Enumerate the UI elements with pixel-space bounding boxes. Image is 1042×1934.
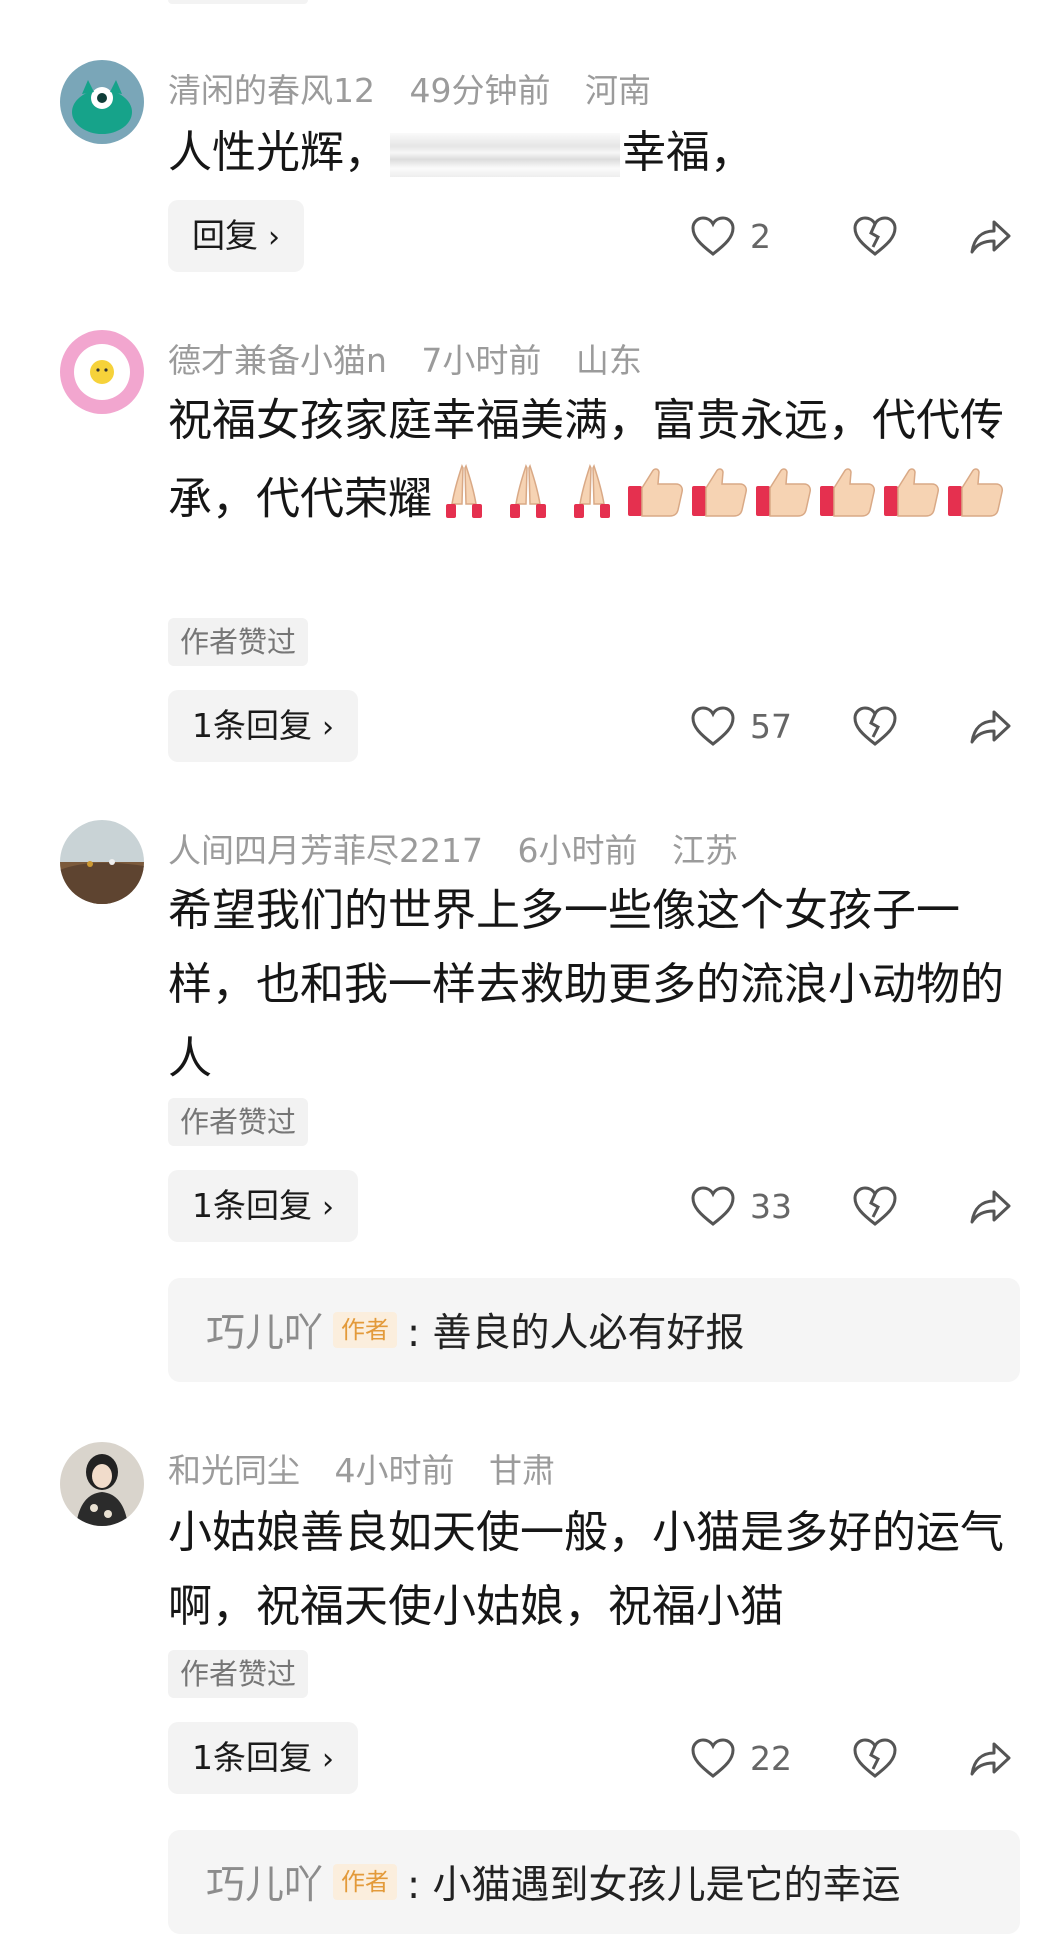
avatar[interactable] [60,820,144,904]
like-count: 2 [750,216,771,256]
author-liked-badge: 作者赞过 [168,1098,309,1146]
heart-icon [690,215,736,257]
comment-actions: 2 [690,200,1012,272]
like-count: 22 [750,1738,792,1778]
avatar[interactable] [60,330,144,414]
timestamp: 7小时前 [421,341,542,380]
view-replies-button[interactable]: 1条回复 › [168,690,358,762]
praying-hands-emoji-icon [560,458,624,545]
share-icon[interactable] [968,1186,1012,1226]
like-count: 57 [750,706,792,746]
location: 甘肃 [489,1451,555,1490]
comment-text: 祝福女孩家庭幸福美满，富贵永远，代代传承，代代荣耀 [168,384,1008,545]
username[interactable]: 和光同尘 [168,1451,300,1490]
like-button[interactable]: 57 [690,705,840,747]
heart-icon [690,1185,736,1227]
comment-meta: 人间四月芳菲尽2217 6小时前 江苏 [168,824,762,872]
sub-reply-author[interactable]: 巧儿吖 [206,1302,323,1358]
comment-item: 和光同尘 4小时前 甘肃 小姑娘善良如天使一般，小猫是多好的运气啊，祝福天使小姑… [0,1400,1042,1934]
thumbs-up-emoji-icon [816,458,880,545]
comment-meta: 清闲的春风12 49分钟前 河南 [168,64,675,112]
chevron-right-icon: › [268,220,280,255]
praying-hands-emoji-icon [432,458,496,545]
broken-heart-icon[interactable] [852,705,898,747]
sub-reply[interactable]: 巧儿吖 作者 : 善良的人必有好报 [168,1278,1020,1382]
chevron-right-icon: › [322,1742,334,1777]
location: 山东 [575,341,642,380]
emoji-row [432,464,1008,525]
author-liked-badge: 作者赞过 [168,618,309,666]
redacted-blur [390,133,620,177]
username[interactable]: 清闲的春风12 [168,71,375,110]
avatar[interactable] [60,60,144,144]
location: 江苏 [671,831,738,870]
like-button[interactable]: 22 [690,1737,840,1779]
like-button[interactable]: 33 [690,1185,840,1227]
timestamp: 49分钟前 [409,71,551,110]
comment-item: 德才兼备小猫n 7小时前 山东 祝福女孩家庭幸福美满，富贵永远，代代传承，代代荣… [0,300,1042,780]
view-replies-button[interactable]: 1条回复 › [168,1722,358,1794]
comment-text-part: 人性光辉， [168,127,388,178]
reply-label: 1条回复 [192,1186,312,1225]
sub-reply-text: : 善良的人必有好报 [407,1311,745,1356]
broken-heart-icon[interactable] [852,215,898,257]
comment-text: 人性光辉， 幸福， [168,116,1008,190]
comment-text: 小姑娘善良如天使一般，小猫是多好的运气啊，祝福天使小姑娘，祝福小猫 [168,1507,1004,1632]
comment-item: 人间四月芳菲尽2217 6小时前 江苏 希望我们的世界上多一些像这个女孩子一样，… [0,780,1042,1400]
comment-actions: 57 [690,690,1012,762]
heart-icon [690,1737,736,1779]
like-button[interactable]: 2 [690,215,840,257]
comment-text: 希望我们的世界上多一些像这个女孩子一样，也和我一样去救助更多的流浪小动物的人 [168,885,1004,1084]
username[interactable]: 人间四月芳菲尽2217 [168,831,483,870]
timestamp: 6小时前 [517,831,638,870]
author-liked-badge: 作者赞过 [168,1650,309,1698]
share-icon[interactable] [968,216,1012,256]
thumbs-up-emoji-icon [624,458,688,545]
heart-icon [690,705,736,747]
sub-reply[interactable]: 巧儿吖 作者 : 小猫遇到女孩儿是它的幸运 [168,1830,1020,1934]
comment-text-part: 幸福， [622,127,754,178]
chevron-right-icon: › [322,1190,334,1225]
author-tag: 作者 [333,1312,398,1348]
chevron-right-icon: › [322,710,334,745]
reply-label: 1条回复 [192,1738,312,1777]
author-tag: 作者 [333,1864,398,1900]
share-icon[interactable] [968,706,1012,746]
thumbs-up-emoji-icon [880,458,944,545]
reply-label: 回复 [192,216,258,255]
comment-actions: 33 [690,1170,1012,1242]
comment-meta: 德才兼备小猫n 7小时前 山东 [168,334,666,382]
thumbs-up-emoji-icon [688,458,752,545]
comment-meta: 和光同尘 4小时前 甘肃 [168,1444,579,1492]
avatar[interactable] [60,1442,144,1526]
broken-heart-icon[interactable] [852,1185,898,1227]
praying-hands-emoji-icon [496,458,560,545]
thumbs-up-emoji-icon [752,458,816,545]
share-icon[interactable] [968,1738,1012,1778]
comment-item: 清闲的春风12 49分钟前 河南 人性光辉， 幸福， 回复 › 2 [0,0,1042,300]
thumbs-up-emoji-icon [944,458,1008,545]
reply-label: 1条回复 [192,706,312,745]
broken-heart-icon[interactable] [852,1737,898,1779]
comment-actions: 22 [690,1722,1012,1794]
username[interactable]: 德才兼备小猫n [168,341,387,380]
reply-button[interactable]: 回复 › [168,200,304,272]
view-replies-button[interactable]: 1条回复 › [168,1170,358,1242]
like-count: 33 [750,1186,792,1226]
location: 河南 [585,71,651,110]
timestamp: 4小时前 [334,1451,455,1490]
